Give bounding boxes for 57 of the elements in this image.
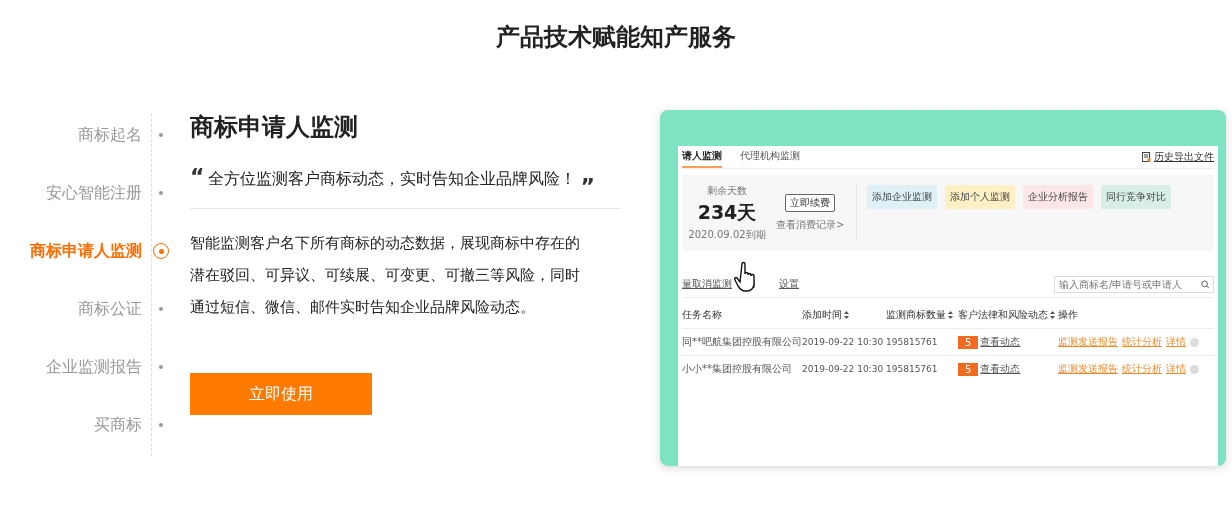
sort-icon <box>844 311 849 319</box>
column-header: 操作 <box>1058 308 1079 322</box>
action-card[interactable]: 企业分析报告 <box>1023 185 1094 209</box>
action-link[interactable]: 详情 <box>1166 362 1186 376</box>
nav-item[interactable]: 安心智能注册 <box>0 164 170 222</box>
action-link[interactable]: 监测发送报告 <box>1058 362 1118 376</box>
target-icon <box>153 243 169 259</box>
action-link[interactable]: 监测发送报告 <box>1058 335 1118 349</box>
table-cell-text: 2019-09-22 10:30 <box>802 364 885 374</box>
feature-heading: 商标申请人监测 <box>190 112 358 143</box>
renew-button[interactable]: 立即续费 <box>785 194 836 212</box>
batch-cancel-link[interactable]: 量取消监测 <box>682 277 732 291</box>
settings-link[interactable]: 设置 <box>779 277 799 291</box>
view-status-link[interactable]: 查看动态 <box>980 335 1021 349</box>
column-header: 任务名称 <box>682 308 723 322</box>
search-icon <box>1200 279 1209 289</box>
table-cell-text: 195815761 <box>886 337 939 347</box>
days-label: 剩余天数 <box>707 184 747 198</box>
preview-tab[interactable]: 请人监测 <box>682 146 722 168</box>
search-field[interactable]: 输入商标名/申请号或申请人 <box>1054 275 1214 293</box>
table-cell-text: 195815761 <box>886 364 939 374</box>
quote-mark: ” <box>580 180 595 194</box>
sort-icon <box>948 311 953 319</box>
column-header: 监测商标数量 <box>886 308 958 322</box>
expiry-date: 2020.09.02到期 <box>688 228 766 242</box>
circle-icon <box>1190 337 1199 347</box>
quote-mark: “ <box>190 166 205 188</box>
file-icon <box>1142 152 1151 162</box>
column-header: 添加时间 <box>802 308 886 322</box>
action-link[interactable]: 详情 <box>1166 335 1186 349</box>
use-now-button[interactable]: 立即使用 <box>190 373 372 415</box>
table-cell-text: 小小**集团控股有限公司 <box>682 362 793 376</box>
view-status-link[interactable]: 查看动态 <box>980 362 1021 376</box>
feature-slogan: 全方位监测客户商标动态，实时告知企业品牌风险！ <box>208 168 577 190</box>
count-badge: 5 <box>958 362 979 376</box>
circle-icon <box>1190 364 1199 374</box>
count-badge: 5 <box>958 335 979 349</box>
action-link[interactable]: 统计分析 <box>1122 362 1162 376</box>
sort-icon <box>1050 311 1055 319</box>
nav-item[interactable]: 商标申请人监测 <box>0 222 170 280</box>
action-card[interactable]: 添加个人监测 <box>945 185 1016 209</box>
action-link[interactable]: 统计分析 <box>1122 335 1162 349</box>
nav-item[interactable]: 企业监测报告 <box>0 338 170 396</box>
action-card[interactable]: 添加企业监测 <box>867 185 938 209</box>
nav-item[interactable]: 买商标 <box>0 396 170 454</box>
feature-description: 智能监测客户名下所有商标的动态数据，展现商标中存在的潜在驳回、可异议、可续展、可变更、可撤三等风险，同时通过短信、微信、邮件实时告知企业品牌风险动态。 <box>190 234 581 317</box>
preview-tab[interactable]: 代理机构监测 <box>740 146 800 168</box>
column-header: 客户法律和风险动态 <box>958 308 1058 322</box>
days-remaining: 234天 <box>697 200 757 225</box>
export-history-link[interactable]: 历史导出文件 <box>1142 150 1214 164</box>
records-link[interactable]: 查看消费记录> <box>776 218 845 232</box>
table-cell-text: 2019-09-22 10:30 <box>802 337 885 347</box>
action-card[interactable]: 同行竞争对比 <box>1101 185 1172 209</box>
nav-item[interactable]: 商标公证 <box>0 280 170 338</box>
nav-item[interactable]: 商标起名 <box>0 106 170 164</box>
table-cell: 同**吧航集团控股有限公司 <box>682 335 802 349</box>
section-title: 产品技术赋能知产服务 <box>495 22 737 52</box>
